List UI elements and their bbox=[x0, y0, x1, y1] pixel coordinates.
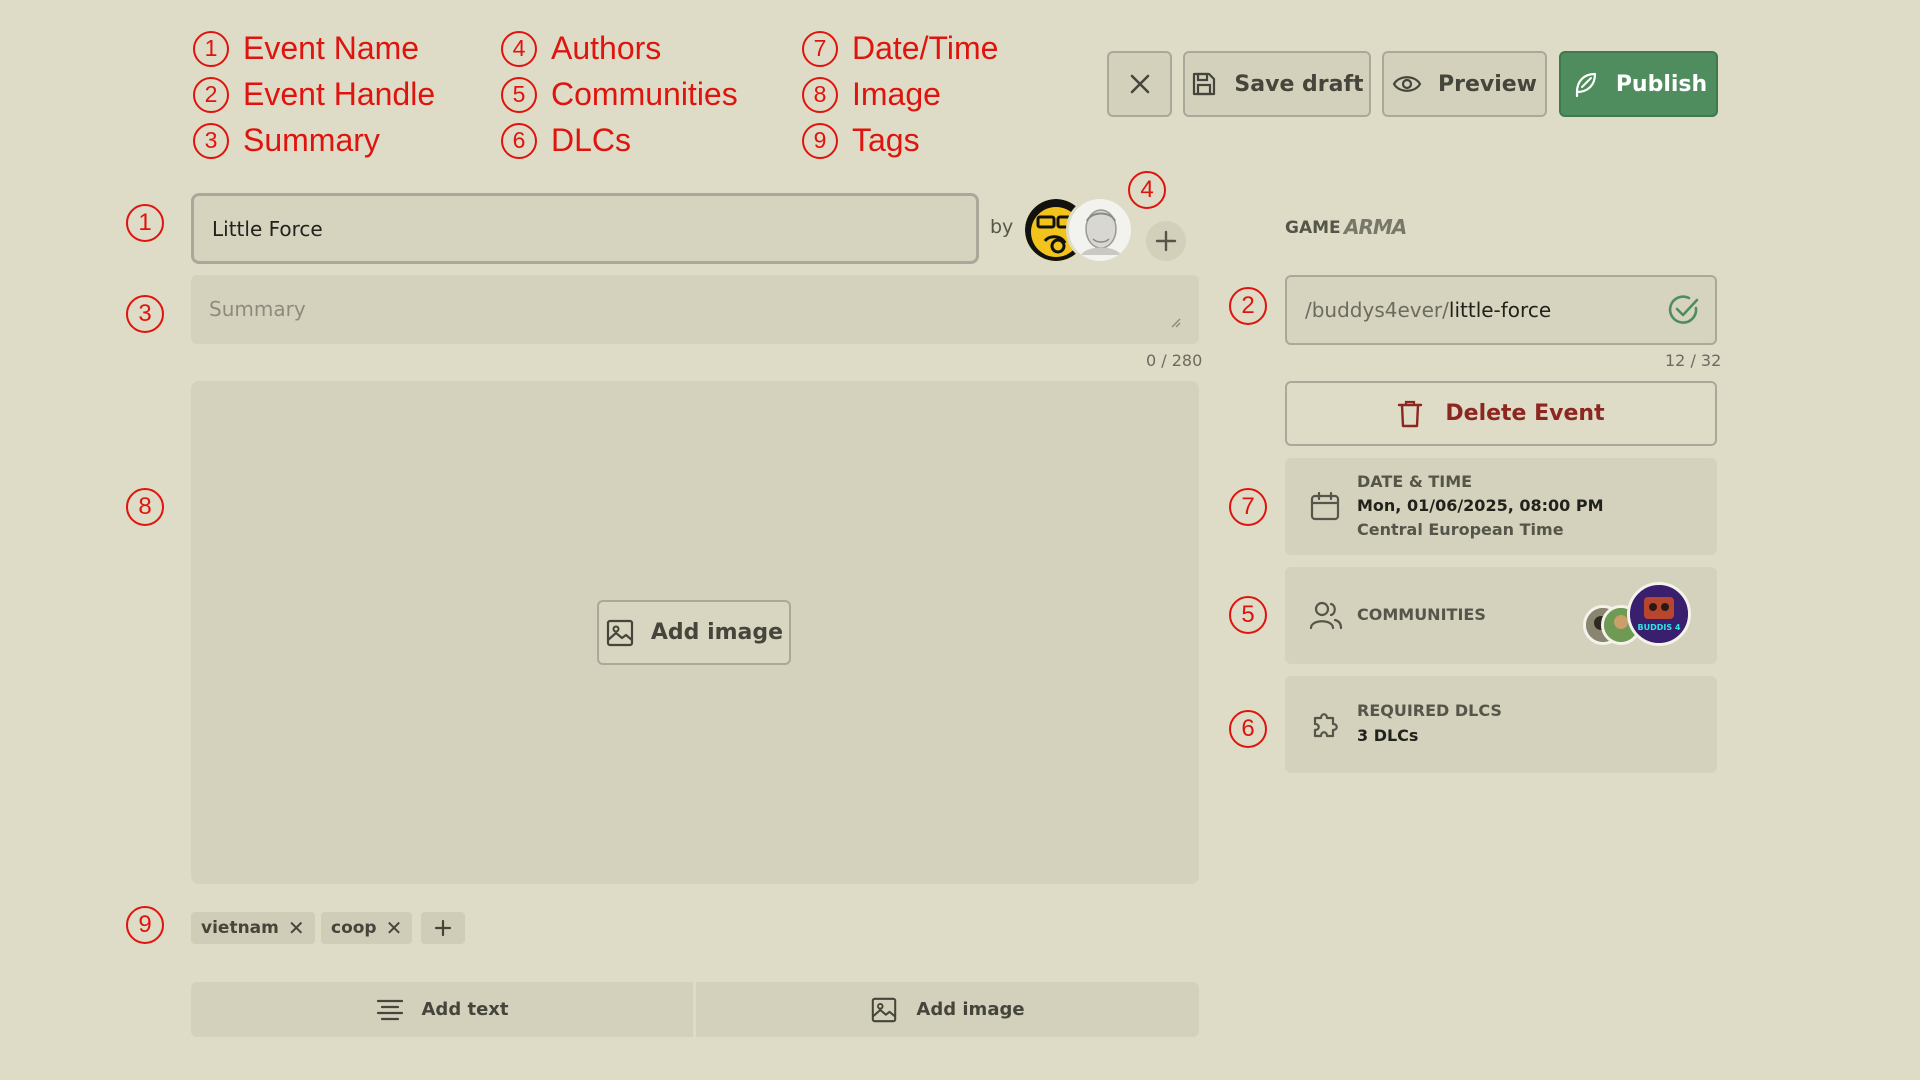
publish-button[interactable]: Publish bbox=[1559, 51, 1718, 117]
tag-label: coop bbox=[331, 918, 377, 938]
annotation-marker: 1 bbox=[126, 204, 164, 242]
save-draft-button[interactable]: Save draft bbox=[1183, 51, 1371, 117]
tag-chip: vietnam ✕ bbox=[191, 912, 315, 944]
add-text-button[interactable]: Add text bbox=[191, 982, 693, 1037]
date-time-caption: DATE & TIME bbox=[1357, 472, 1473, 491]
resize-handle-icon bbox=[1171, 318, 1181, 328]
handle-prefix: /buddys4ever/ bbox=[1305, 298, 1449, 322]
legend-item: 3 Summary bbox=[193, 122, 380, 159]
handle-counter: 12 / 32 bbox=[1665, 351, 1722, 370]
save-draft-label: Save draft bbox=[1234, 71, 1364, 97]
legend-item: 4 Authors bbox=[501, 30, 661, 67]
close-icon bbox=[1130, 74, 1149, 94]
annotation-marker: 4 bbox=[1128, 171, 1166, 209]
delete-event-label: Delete Event bbox=[1445, 401, 1605, 426]
add-image-label: Add image bbox=[650, 620, 784, 645]
legend-item: 8 Image bbox=[802, 76, 941, 113]
trash-icon bbox=[1398, 400, 1423, 427]
add-image-block-label: Add image bbox=[916, 999, 1025, 1020]
eye-icon bbox=[1392, 76, 1422, 92]
puzzle-icon bbox=[1313, 713, 1338, 738]
dlcs-value: 3 DLCs bbox=[1357, 726, 1419, 745]
plus-icon bbox=[1155, 230, 1177, 252]
add-author-button[interactable] bbox=[1146, 221, 1186, 261]
summary-counter: 0 / 280 bbox=[1146, 351, 1203, 370]
delete-event-button[interactable]: Delete Event bbox=[1285, 381, 1717, 446]
summary-textarea[interactable]: Summary bbox=[191, 275, 1199, 344]
annotation-marker: 5 bbox=[1229, 596, 1267, 634]
annotation-marker: 6 bbox=[1229, 710, 1267, 748]
communities-caption: COMMUNITIES bbox=[1357, 605, 1486, 624]
event-handle-input[interactable]: /buddys4ever/little-force bbox=[1285, 275, 1717, 345]
legend-item: 7 Date/Time bbox=[802, 30, 998, 67]
community-avatar-image bbox=[1630, 585, 1688, 643]
remove-tag-icon[interactable]: ✕ bbox=[386, 916, 403, 940]
add-tag-button[interactable] bbox=[421, 912, 465, 944]
annotation-marker: 7 bbox=[1229, 488, 1267, 526]
game-label: GAME bbox=[1285, 218, 1341, 238]
community-avatar-featured: BUDDIS 4 bbox=[1627, 582, 1691, 646]
add-image-button[interactable]: Add image bbox=[597, 600, 791, 665]
timezone-value: Central European Time bbox=[1357, 520, 1564, 539]
legend-item: 6 DLCs bbox=[501, 122, 631, 159]
dlcs-caption: REQUIRED DLCS bbox=[1357, 701, 1502, 720]
event-name-value: Little Force bbox=[212, 216, 323, 241]
handle-slug: little-force bbox=[1448, 298, 1552, 322]
author-avatar-image bbox=[1069, 199, 1131, 261]
text-lines-icon bbox=[376, 999, 403, 1020]
community-badge-label: BUDDIS 4 bbox=[1637, 623, 1681, 632]
by-label: by bbox=[990, 216, 1014, 238]
date-time-card[interactable]: DATE & TIME Mon, 01/06/2025, 08:00 PM Ce… bbox=[1285, 458, 1717, 555]
legend-item: 9 Tags bbox=[802, 122, 920, 159]
image-icon bbox=[606, 619, 634, 646]
save-icon bbox=[1193, 72, 1216, 96]
legend-item: 5 Communities bbox=[501, 76, 738, 113]
users-icon bbox=[1309, 601, 1343, 630]
preview-label: Preview bbox=[1437, 71, 1538, 97]
date-time-value: Mon, 01/06/2025, 08:00 PM bbox=[1357, 496, 1604, 515]
tag-label: vietnam bbox=[201, 918, 279, 938]
legend-item: 2 Event Handle bbox=[193, 76, 435, 113]
game-logo: ARMA bbox=[1344, 215, 1407, 239]
annotation-marker: 3 bbox=[126, 295, 164, 333]
tag-chip: coop ✕ bbox=[321, 912, 413, 944]
preview-button[interactable]: Preview bbox=[1382, 51, 1547, 117]
event-name-input[interactable]: Little Force bbox=[191, 193, 979, 264]
annotation-marker: 8 bbox=[126, 488, 164, 526]
feather-icon bbox=[1575, 72, 1596, 98]
annotation-marker: 9 bbox=[126, 906, 164, 944]
dlcs-card[interactable]: REQUIRED DLCS 3 DLCs bbox=[1285, 676, 1717, 773]
image-icon bbox=[872, 997, 897, 1022]
plus-icon bbox=[434, 919, 452, 937]
legend-item: 1 Event Name bbox=[193, 30, 419, 67]
close-button[interactable] bbox=[1107, 51, 1172, 117]
summary-placeholder: Summary bbox=[209, 297, 306, 321]
author-avatar[interactable] bbox=[1066, 196, 1134, 264]
remove-tag-icon[interactable]: ✕ bbox=[288, 916, 305, 940]
annotation-marker: 2 bbox=[1229, 287, 1267, 325]
publish-label: Publish bbox=[1615, 71, 1708, 97]
add-text-label: Add text bbox=[421, 999, 509, 1020]
check-circle-icon bbox=[1668, 295, 1699, 324]
add-image-block-button[interactable]: Add image bbox=[696, 982, 1199, 1037]
calendar-icon bbox=[1310, 491, 1340, 521]
communities-card[interactable]: COMMUNITIES BUDDIS 4 bbox=[1285, 567, 1717, 664]
